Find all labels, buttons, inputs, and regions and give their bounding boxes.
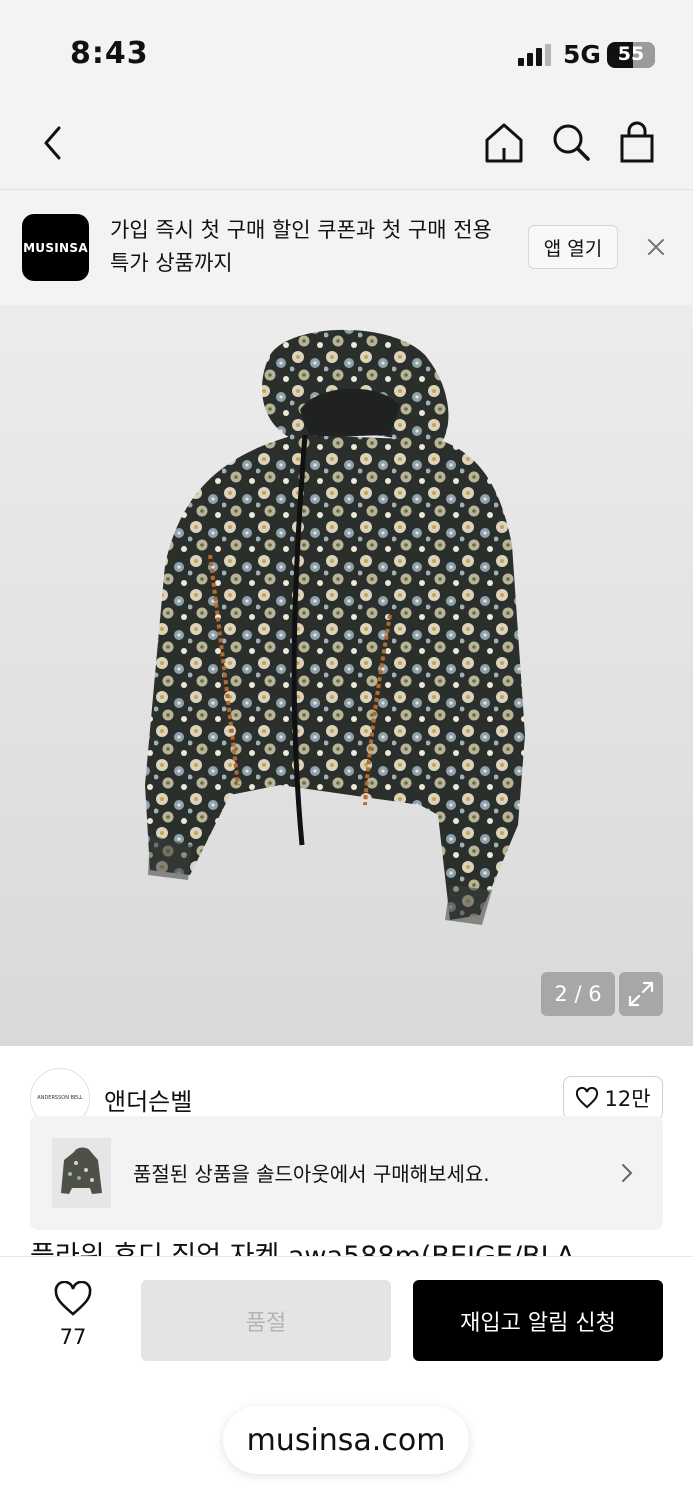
heart-icon	[576, 1087, 599, 1109]
search-icon[interactable]	[546, 118, 596, 168]
product-info: ANDERSSON BELL 앤더슨벨 12만 품절된 상품을 솔드아웃에서 구…	[0, 1046, 693, 1256]
restock-alert-button[interactable]: 재입고 알림 신청	[413, 1280, 663, 1361]
brand-name[interactable]: 앤더슨벨	[104, 1082, 192, 1117]
bag-icon[interactable]	[612, 118, 662, 168]
battery-level: 55	[617, 43, 645, 65]
product-page: 8:43 5G 55 MUSINSA 가입 즉시 첫 구매 할인 쿠폰과 첫 구…	[0, 0, 693, 1500]
soldout-button: 품절	[141, 1280, 391, 1361]
brand-like-button[interactable]: 12만	[563, 1076, 663, 1120]
app-install-banner: MUSINSA 가입 즉시 첫 구매 할인 쿠폰과 첫 구매 전용 특가 상품까…	[0, 190, 693, 305]
product-image	[145, 329, 525, 925]
wishlist-count: 77	[59, 1325, 87, 1349]
open-app-button[interactable]: 앱 열기	[528, 225, 618, 269]
soldout-thumbnail	[52, 1138, 111, 1208]
home-icon[interactable]	[479, 118, 529, 168]
soldout-notice-text: 품절된 상품을 솔드아웃에서 구매해보세요.	[133, 1162, 490, 1186]
brand-like-count: 12만	[604, 1087, 651, 1111]
product-image-gallery[interactable]: 2 / 6	[0, 305, 693, 1046]
soldout-notice[interactable]: 품절된 상품을 솔드아웃에서 구매해보세요.	[30, 1116, 663, 1230]
top-navigation	[0, 100, 693, 190]
bottom-action-bar: 77 품절 재입고 알림 신청 musinsa.com	[0, 1256, 693, 1500]
image-counter: 2 / 6	[541, 972, 615, 1016]
close-icon[interactable]	[641, 232, 671, 262]
back-icon[interactable]	[28, 118, 78, 168]
banner-message: 가입 즉시 첫 구매 할인 쿠폰과 첫 구매 전용 특가 상품까지	[110, 218, 492, 275]
browser-url-bar[interactable]: musinsa.com	[223, 1406, 469, 1474]
chevron-right-icon	[618, 1160, 636, 1186]
heart-icon	[54, 1280, 92, 1316]
wishlist-button[interactable]: 77	[48, 1280, 98, 1351]
expand-icon[interactable]	[619, 972, 663, 1016]
status-bar: 8:43 5G 55	[0, 0, 693, 100]
status-time: 8:43	[70, 36, 149, 71]
signal-icon	[518, 44, 552, 66]
network-type: 5G	[563, 40, 601, 69]
battery-icon: 55	[607, 42, 655, 68]
product-title: 플라워 후디 집업 자켓 awa588m(BEIGE/BLA	[30, 1234, 575, 1256]
musinsa-logo: MUSINSA	[22, 214, 89, 281]
